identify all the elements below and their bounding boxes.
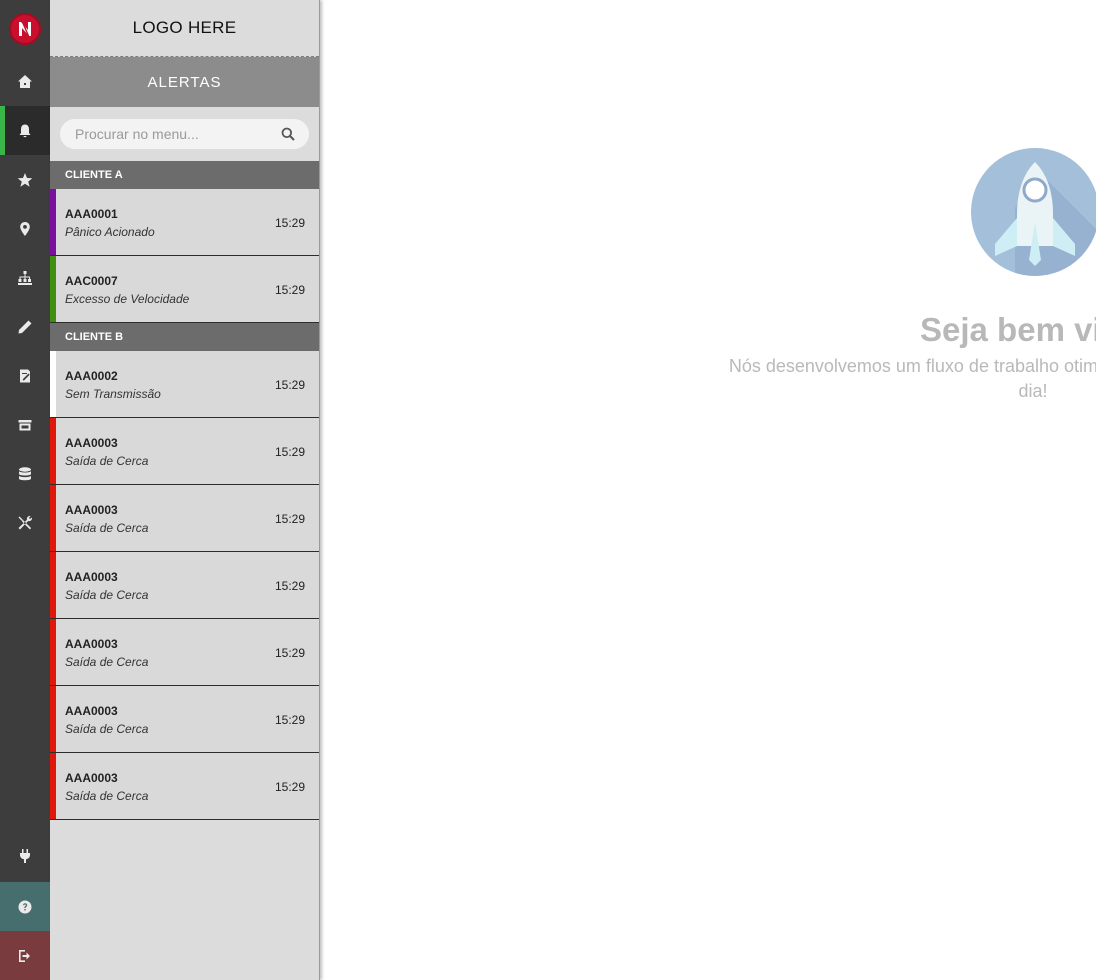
alert-color-bar <box>50 485 56 551</box>
alert-group-cliente-b: CLIENTE B AAA0002 Sem Transmissão 15:29 … <box>50 323 319 820</box>
nav-store[interactable] <box>0 400 50 449</box>
nav-edit[interactable] <box>0 302 50 351</box>
search-wrapper <box>50 107 319 161</box>
nav-tools[interactable] <box>0 498 50 547</box>
alert-time: 15:29 <box>274 216 305 230</box>
bell-icon <box>19 124 31 137</box>
alerts-panel: LOGO HERE ALERTAS CLIENTE A AAA0001 Pâni… <box>50 0 320 980</box>
alert-item[interactable]: AAA0003 Saída de Cerca 15:29 <box>50 552 319 619</box>
alert-item[interactable]: AAA0003 Saída de Cerca 15:29 <box>50 485 319 552</box>
alert-time: 15:29 <box>274 378 305 392</box>
alert-time: 15:29 <box>274 646 305 660</box>
map-marker-icon <box>20 221 30 236</box>
brand-logo[interactable] <box>0 0 50 57</box>
welcome-subtext: Nós desenvolvemos um fluxo de trabalho o… <box>728 356 1096 401</box>
group-header: CLIENTE A <box>50 161 319 189</box>
alert-color-bar <box>50 256 56 322</box>
help-icon <box>18 900 32 913</box>
nav-database[interactable] <box>0 449 50 498</box>
alert-description: Saída de Cerca <box>65 789 149 803</box>
alert-description: Saída de Cerca <box>65 521 149 535</box>
brand-logo-icon <box>9 12 41 45</box>
main-content: Seja bem vindo Nós desenvolvemos um flux… <box>320 0 1096 980</box>
alert-time: 15:29 <box>274 780 305 794</box>
alert-code: AAA0003 <box>65 503 118 517</box>
home-icon <box>18 74 32 88</box>
logo-placeholder: LOGO HERE <box>50 0 319 57</box>
panel-title: ALERTAS <box>50 57 319 107</box>
alert-code: AAA0001 <box>65 207 118 221</box>
alert-item[interactable]: AAA0003 Saída de Cerca 15:29 <box>50 619 319 686</box>
alert-item[interactable]: AAA0003 Saída de Cerca 15:29 <box>50 418 319 485</box>
alert-code: AAA0003 <box>65 637 118 651</box>
search-box <box>60 119 309 149</box>
nav-favorites[interactable] <box>0 155 50 204</box>
alert-time: 15:29 <box>274 713 305 727</box>
welcome-title: Seja bem vindo <box>920 311 1096 348</box>
nav-alerts[interactable] <box>0 106 50 155</box>
alert-color-bar <box>50 552 56 618</box>
group-header: CLIENTE B <box>50 323 319 351</box>
alert-code: AAA0003 <box>65 436 118 450</box>
nav-hierarchy[interactable] <box>0 253 50 302</box>
alert-code: AAA0003 <box>65 570 118 584</box>
alert-code: AAC0007 <box>65 274 118 288</box>
alert-color-bar <box>50 619 56 685</box>
alert-item[interactable]: AAA0003 Saída de Cerca 15:29 <box>50 686 319 753</box>
nav-map[interactable] <box>0 204 50 253</box>
alert-code: AAA0003 <box>65 704 118 718</box>
nav-logout[interactable] <box>0 931 50 980</box>
search-icon[interactable] <box>281 127 295 141</box>
alert-description: Saída de Cerca <box>65 454 149 468</box>
alert-item[interactable]: AAA0003 Saída de Cerca 15:29 <box>50 753 319 820</box>
database-icon <box>19 466 31 480</box>
icon-rail <box>0 0 50 980</box>
logout-icon <box>19 949 30 962</box>
alert-color-bar <box>50 753 56 819</box>
alert-description: Saída de Cerca <box>65 588 149 602</box>
sitemap-icon <box>18 270 32 285</box>
store-icon <box>18 419 32 430</box>
menu-search-input[interactable] <box>60 119 309 149</box>
alert-description: Sem Transmissão <box>65 387 161 401</box>
nav-integrations[interactable] <box>0 831 50 880</box>
nav-home[interactable] <box>0 57 50 106</box>
alert-time: 15:29 <box>274 445 305 459</box>
alert-color-bar <box>50 686 56 752</box>
alert-item[interactable]: AAA0002 Sem Transmissão 15:29 <box>50 351 319 418</box>
alert-description: Saída de Cerca <box>65 655 149 669</box>
alert-color-bar <box>50 351 56 417</box>
alert-time: 15:29 <box>274 579 305 593</box>
star-icon <box>17 172 33 187</box>
alert-time: 15:29 <box>274 283 305 297</box>
alert-group-cliente-a: CLIENTE A AAA0001 Pânico Acionado 15:29 … <box>50 161 319 323</box>
alert-code: AAA0002 <box>65 369 118 383</box>
alert-code: AAA0003 <box>65 771 118 785</box>
alert-item[interactable]: AAA0001 Pânico Acionado 15:29 <box>50 189 319 256</box>
alert-color-bar <box>50 418 56 484</box>
nav-help[interactable] <box>0 882 50 931</box>
alert-description: Saída de Cerca <box>65 722 149 736</box>
alert-item[interactable]: AAC0007 Excesso de Velocidade 15:29 <box>50 256 319 323</box>
pencil-icon <box>18 320 32 333</box>
alert-time: 15:29 <box>274 512 305 526</box>
edit-document-icon <box>20 369 30 382</box>
plug-icon <box>20 848 30 863</box>
alert-color-bar <box>50 189 56 255</box>
alert-description: Pânico Acionado <box>65 225 155 239</box>
tools-icon <box>18 515 33 529</box>
alert-description: Excesso de Velocidade <box>65 292 190 306</box>
nav-documents[interactable] <box>0 351 50 400</box>
rocket-illustration <box>971 148 1096 276</box>
